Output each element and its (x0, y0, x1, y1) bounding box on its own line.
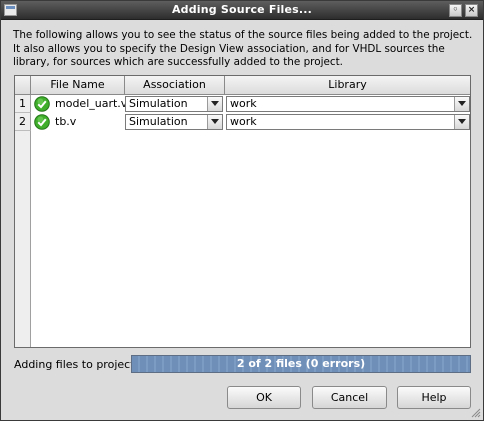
description-text: The following allows you to see the stat… (13, 29, 473, 68)
row-number: 1 (15, 95, 31, 113)
adding-source-files-dialog: Adding Source Files... ◦ × The following… (0, 0, 484, 421)
window-title: Adding Source Files... (171, 3, 313, 16)
column-header-association[interactable]: Association (125, 76, 225, 94)
table-header: File Name Association Library (15, 76, 470, 95)
check-icon (34, 114, 50, 130)
chevron-down-icon[interactable] (454, 115, 469, 129)
cancel-button[interactable]: Cancel (312, 386, 387, 409)
table-row[interactable]: 2 tb.v Simulation work (15, 113, 470, 131)
chevron-down-icon[interactable] (207, 97, 222, 111)
column-header-library[interactable]: Library (225, 76, 470, 94)
library-value: work (230, 115, 257, 128)
library-select[interactable]: work (226, 114, 470, 130)
library-select[interactable]: work (226, 96, 470, 112)
library-value: work (230, 97, 257, 110)
restore-button[interactable]: ◦ (449, 4, 462, 17)
row-number-header (15, 76, 31, 94)
ok-button[interactable]: OK (227, 386, 301, 409)
help-button[interactable]: Help (397, 386, 471, 409)
progress-text: 2 of 2 files (0 errors) (236, 357, 366, 370)
progress-bar: 2 of 2 files (0 errors) (131, 355, 471, 373)
association-value: Simulation (129, 115, 188, 128)
chevron-down-icon[interactable] (454, 97, 469, 111)
close-button[interactable]: × (465, 4, 478, 17)
table-row[interactable]: 1 model_uart.v Simulation work (15, 95, 470, 113)
source-files-table: File Name Association Library 1 model_ua… (14, 75, 471, 348)
association-select[interactable]: Simulation (125, 96, 223, 112)
file-name-cell[interactable]: tb.v (55, 113, 76, 131)
column-header-file-name[interactable]: File Name (31, 76, 125, 94)
association-select[interactable]: Simulation (125, 114, 223, 130)
row-number-column (15, 95, 31, 347)
resize-grip-icon[interactable] (471, 408, 481, 418)
progress-label: Adding files to project: (14, 358, 139, 371)
title-bar[interactable]: Adding Source Files... ◦ × (1, 1, 483, 20)
check-icon (34, 96, 50, 112)
row-number: 2 (15, 113, 31, 131)
chevron-down-icon[interactable] (207, 115, 222, 129)
file-name-cell[interactable]: model_uart.v (55, 95, 127, 113)
association-value: Simulation (129, 97, 188, 110)
